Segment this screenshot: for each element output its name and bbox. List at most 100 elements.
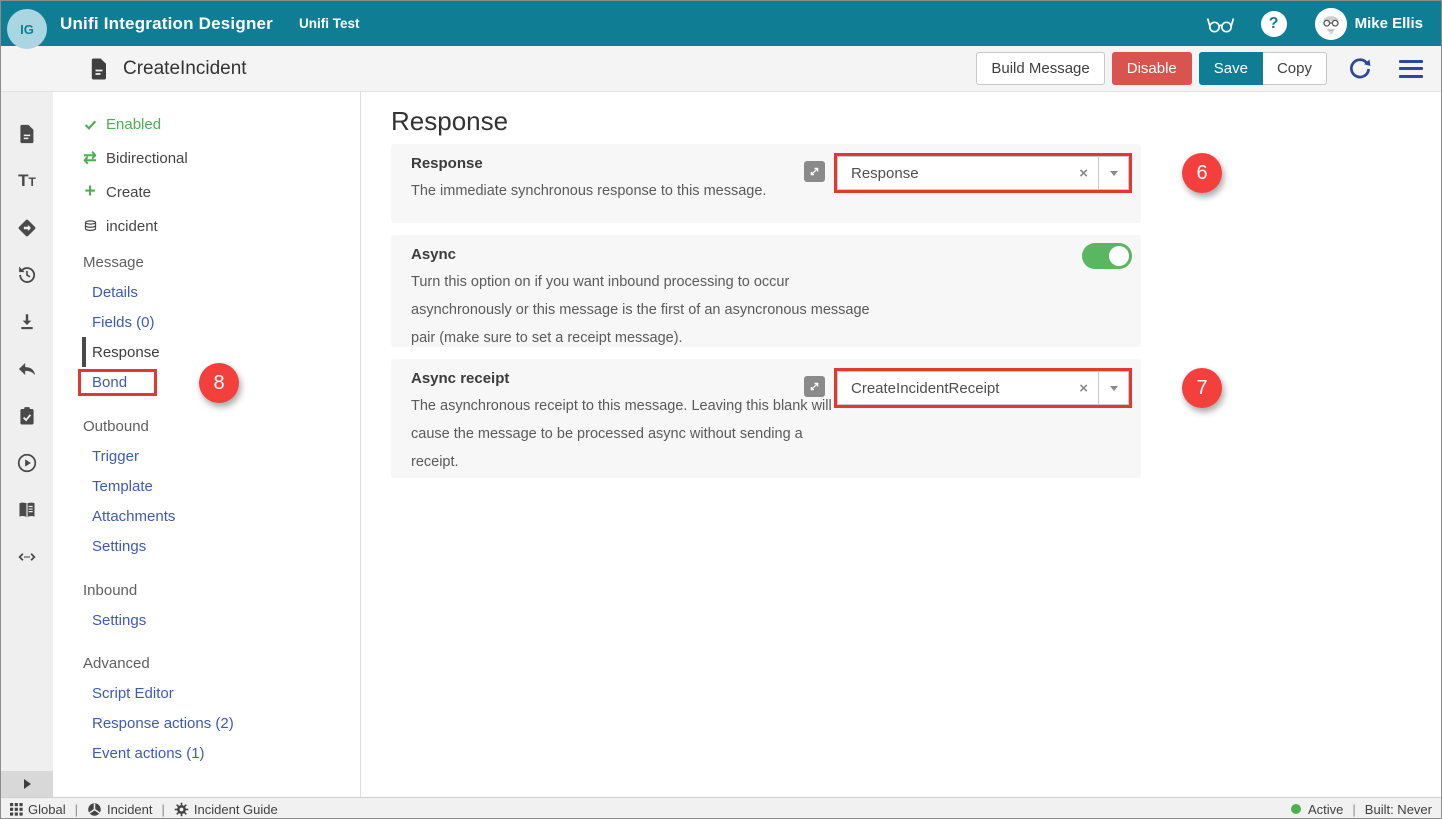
dropdown-caret-icon[interactable] [1098,372,1128,404]
rail-expand-button[interactable] [1,771,53,797]
open-reference-icon[interactable] [804,161,825,182]
status-global-label: Global [28,802,66,817]
process-icon [87,802,102,817]
separator: | [73,802,80,817]
sidebar-item-create: + Create [53,175,360,209]
status-incident-guide-label: Incident Guide [194,802,278,817]
response-combobox[interactable]: Response × [837,156,1129,190]
sidebar-item-script-editor[interactable]: Script Editor [53,678,360,708]
icon-rail [1,92,53,797]
status-global[interactable]: Global [10,802,66,817]
database-icon [81,219,99,234]
sidebar-item-outbound-settings[interactable]: Settings [53,531,360,561]
async-receipt-combobox-value[interactable]: CreateIncidentReceipt [838,380,1069,397]
async-field-description: Turn this option on if you want inbound … [411,268,871,352]
response-field-panel: Response The immediate synchronous respo… [391,144,1141,223]
disable-button[interactable]: Disable [1112,52,1192,85]
plus-icon: + [81,185,99,199]
async-receipt-combobox[interactable]: CreateIncidentReceipt × [837,371,1129,405]
sidebar-item-trigger[interactable]: Trigger [53,441,360,471]
page-section-heading: Response [391,105,1441,137]
history-icon[interactable] [1,251,53,298]
annotation-box-response-combo: Response × [834,153,1132,193]
sidebar-item-details[interactable]: Details [53,277,360,307]
documentation-icon[interactable] [1,486,53,533]
clear-icon[interactable]: × [1069,380,1098,397]
status-incident-label: Incident [107,802,153,817]
bidirectional-label: Bidirectional [106,150,188,167]
grid-icon [10,803,23,816]
separator: | [160,802,167,817]
open-reference-icon[interactable] [804,376,825,397]
check-icon [81,118,99,131]
bidirectional-arrows-icon: ⇄ [81,148,99,168]
code-icon[interactable] [1,533,53,580]
create-label: Create [106,184,151,201]
user-name: Mike Ellis [1355,15,1423,32]
sidebar-item-attachments[interactable]: Attachments [53,501,360,531]
sidebar-item-incident: incident [53,209,360,243]
expand-arrow-icon [24,779,31,789]
status-incident-guide[interactable]: Incident Guide [174,802,278,817]
annotation-badge-6: 6 [1182,153,1222,193]
toggle-knob [1109,246,1129,266]
record-title: CreateIncident [123,58,247,80]
status-incident[interactable]: Incident [87,802,153,817]
page-header: CreateIncident Build Message Disable Sav… [1,46,1441,92]
sidebar-item-inbound-settings[interactable]: Settings [53,605,360,635]
section-advanced: Advanced [53,648,360,678]
top-bar: Unifi Integration Designer Unifi Test ? … [1,1,1441,46]
async-field-label: Async [411,245,1121,265]
async-toggle-on[interactable] [1082,243,1132,269]
sidebar-item-fields[interactable]: Fields (0) [53,307,360,337]
fields-text-icon[interactable] [1,157,53,204]
save-button[interactable]: Save [1199,52,1263,85]
body: Enabled ⇄ Bidirectional + Create inciden… [1,92,1441,797]
gear-icon [174,802,189,817]
sidebar-item-event-actions[interactable]: Event actions (1) [53,738,360,768]
clear-icon[interactable]: × [1069,165,1098,182]
help-icon[interactable]: ? [1261,11,1287,37]
spectacles-icon[interactable] [1205,12,1235,36]
sidebar-item-template[interactable]: Template [53,471,360,501]
annotation-badge-7: 7 [1182,368,1222,408]
annotation-box-async-receipt-combo: CreateIncidentReceipt × [834,368,1132,408]
directions-icon[interactable] [1,204,53,251]
tasks-icon[interactable] [1,392,53,439]
reply-icon[interactable] [1,345,53,392]
play-icon[interactable] [1,439,53,486]
user-avatar[interactable] [1315,8,1347,40]
message-document-icon [87,56,111,82]
refresh-icon[interactable] [1347,56,1373,82]
main-content: Response Response The immediate synchron… [362,92,1441,797]
download-icon[interactable] [1,298,53,345]
app-window: Unifi Integration Designer Unifi Test ? … [0,0,1442,819]
app-title: Unifi Integration Designer [60,14,273,34]
dropdown-caret-icon[interactable] [1098,157,1128,189]
response-combobox-value[interactable]: Response [838,165,1069,182]
enabled-label: Enabled [106,116,161,133]
sidebar-item-enabled: Enabled [53,107,360,141]
environment-label: Unifi Test [299,16,360,31]
incident-label: incident [106,218,158,235]
response-field-description: The immediate synchronous response to th… [411,177,871,205]
annotation-badge-8: 8 [199,363,239,403]
async-receipt-field-description: The asynchronous receipt to this message… [411,392,871,476]
status-bar: Global | Incident | Incident Guide Activ… [1,797,1441,819]
messages-icon[interactable] [1,110,53,157]
async-receipt-field-panel: Async receipt The asynchronous receipt t… [391,359,1141,478]
menu-icon[interactable] [1399,60,1423,78]
build-message-button[interactable]: Build Message [976,52,1104,85]
async-field-panel: Async Turn this option on if you want in… [391,235,1141,347]
sidebar-item-response-actions[interactable]: Response actions (2) [53,708,360,738]
section-inbound: Inbound [53,575,360,605]
section-outbound: Outbound [53,411,360,441]
section-message: Message [53,247,360,277]
active-label: Active [1308,802,1343,817]
copy-button[interactable]: Copy [1263,52,1327,85]
separator: | [1350,802,1357,817]
active-status-icon [1291,804,1301,814]
built-label: Built: Never [1365,802,1432,817]
integration-avatar[interactable]: IG [7,9,47,49]
sidebar-nav: Enabled ⇄ Bidirectional + Create inciden… [53,92,361,797]
